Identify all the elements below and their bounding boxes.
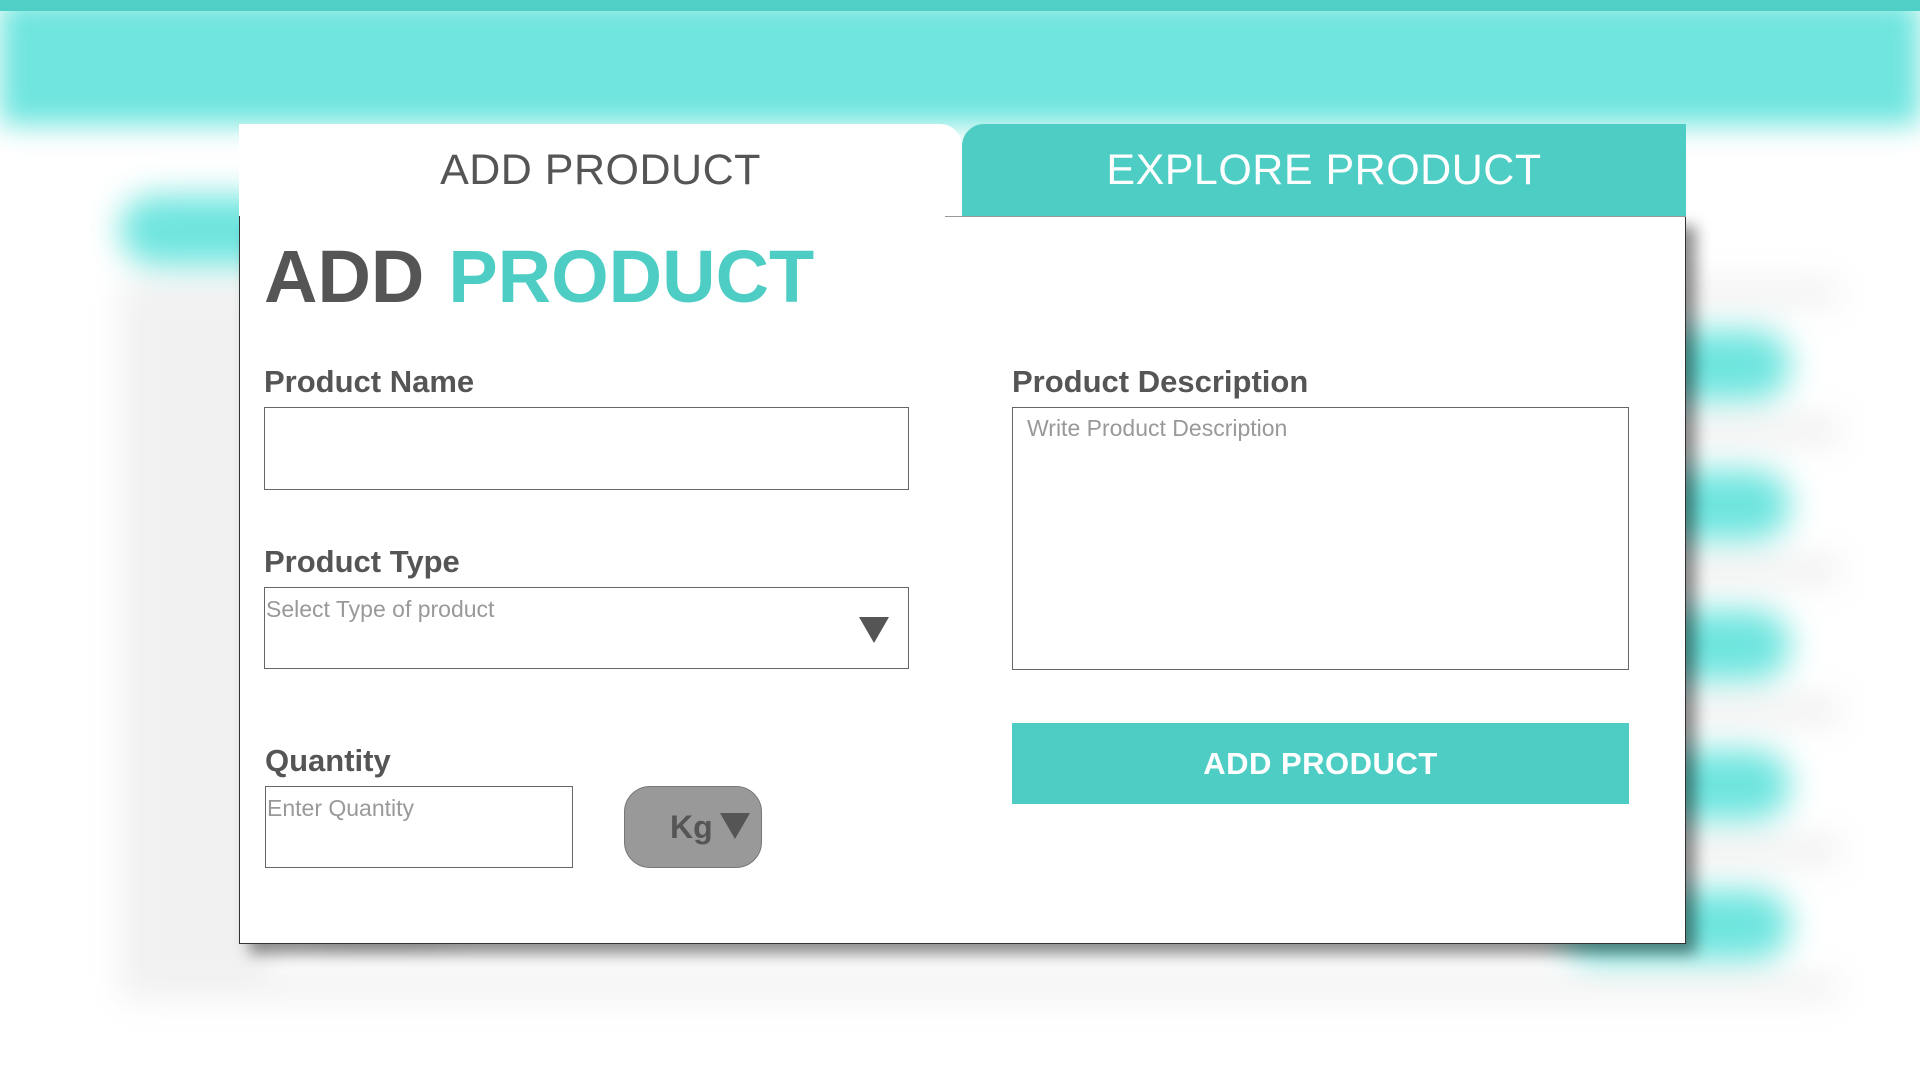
chevron-down-icon — [720, 813, 750, 839]
add-product-button[interactable]: ADD PRODUCT — [1012, 723, 1629, 804]
quantity-placeholder: Enter Quantity — [267, 795, 415, 821]
tab-add-product-label: ADD PRODUCT — [440, 145, 761, 194]
tab-explore-product-label: EXPLORE PRODUCT — [1106, 145, 1542, 194]
product-name-input[interactable] — [264, 407, 909, 490]
add-product-modal: EXPLORE PRODUCT ADD PRODUCT ADD PRODUCT P… — [239, 124, 1686, 944]
product-description-label: Product Description — [1012, 364, 1309, 399]
chevron-down-icon — [859, 617, 889, 643]
product-type-label: Product Type — [264, 544, 460, 579]
unit-select[interactable]: Kg — [624, 786, 762, 868]
page-title: ADD PRODUCT — [264, 234, 814, 319]
product-name-label: Product Name — [264, 364, 475, 399]
quantity-label: Quantity — [265, 743, 391, 778]
product-description-placeholder: Write Product Description — [1027, 415, 1288, 441]
unit-value: Kg — [670, 809, 713, 845]
product-type-select[interactable]: Select Type of product — [264, 587, 909, 669]
product-description-textarea[interactable]: Write Product Description — [1012, 407, 1629, 670]
page-title-word-2: PRODUCT — [448, 235, 815, 318]
quantity-input[interactable]: Enter Quantity — [265, 786, 573, 868]
tab-explore-product[interactable]: EXPLORE PRODUCT — [962, 124, 1686, 216]
product-type-placeholder: Select Type of product — [266, 596, 495, 622]
tab-add-product[interactable]: ADD PRODUCT — [239, 124, 962, 216]
tab-divider-line — [945, 216, 1686, 217]
page-title-word-1: ADD — [264, 235, 425, 318]
